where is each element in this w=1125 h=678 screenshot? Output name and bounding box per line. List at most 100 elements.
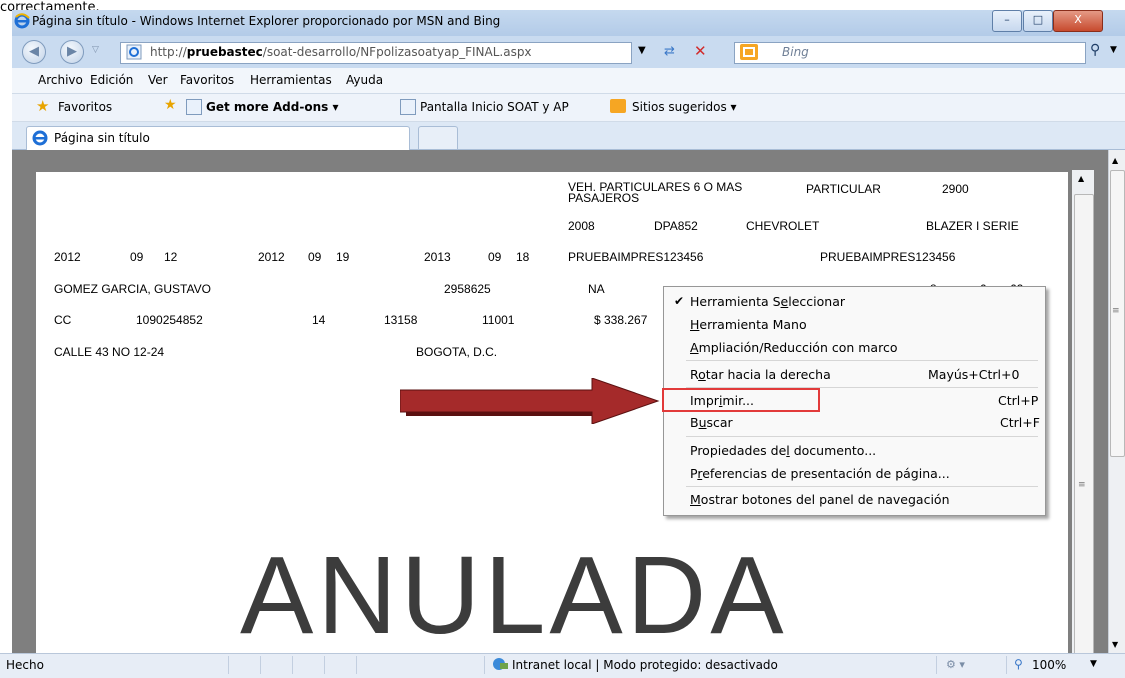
pdf-scroll-grip-icon: ≡ bbox=[1078, 480, 1086, 490]
status-separator bbox=[260, 656, 261, 674]
status-separator bbox=[228, 656, 229, 674]
search-placeholder: Bing bbox=[782, 45, 809, 59]
menu-favoritos[interactable]: Favoritos bbox=[180, 73, 234, 87]
start-month: 09 bbox=[308, 250, 322, 264]
start-year: 2012 bbox=[258, 250, 285, 264]
menu-item-rotar[interactable]: Rotar hacia la derecha bbox=[690, 367, 831, 382]
menu-item-herramienta-mano[interactable]: Herramienta Mano bbox=[690, 317, 807, 332]
vehicle-class: VEH. PARTICULARES 6 O MAS PASAJEROS bbox=[568, 180, 743, 205]
anulada-watermark: ANULADA bbox=[240, 534, 788, 657]
history-dropdown-icon[interactable]: ▽ bbox=[92, 45, 99, 55]
end-month: 09 bbox=[488, 250, 502, 264]
pdf-scroll-thumb[interactable] bbox=[1074, 194, 1094, 656]
menu-ayuda[interactable]: Ayuda bbox=[346, 73, 383, 87]
status-text: Hecho bbox=[6, 658, 44, 672]
maximize-button[interactable]: □ bbox=[1023, 10, 1053, 32]
url-host: pruebastec bbox=[186, 45, 263, 59]
check-icon: ✔ bbox=[674, 294, 685, 308]
code-11001: 11001 bbox=[482, 313, 515, 327]
window-title: Página sin título - Windows Internet Exp… bbox=[32, 14, 501, 28]
end-year: 2013 bbox=[424, 250, 451, 264]
stop-icon[interactable]: ✕ bbox=[694, 42, 707, 60]
page-icon bbox=[126, 44, 142, 60]
favorites-button[interactable]: Favoritos bbox=[58, 100, 112, 114]
policy-ref-1: PRUEBAIMPRES123456 bbox=[568, 250, 704, 264]
forward-button[interactable]: ▶ bbox=[60, 40, 84, 64]
suggested-sites-icon bbox=[610, 99, 626, 113]
menu-item-ampliacion-reduccion[interactable]: Ampliación/Reducción con marco bbox=[690, 340, 897, 355]
address-dropdown-icon[interactable]: ▼ bbox=[638, 45, 646, 56]
vehicle-line: BLAZER I SERIE bbox=[926, 219, 1019, 233]
search-icon[interactable]: ⚲ bbox=[1090, 42, 1100, 58]
menu-item-mostrar-botones[interactable]: Mostrar botones del panel de navegación bbox=[690, 492, 950, 507]
back-arrow-icon: ◀ bbox=[29, 44, 39, 59]
vehicle-year: 2008 bbox=[568, 219, 595, 233]
protected-mode-icon[interactable]: ⚙ ▾ bbox=[946, 658, 965, 671]
menu-herramientas[interactable]: Herramientas bbox=[250, 73, 332, 87]
zoom-icon: ⚲ bbox=[1014, 657, 1023, 671]
soat-page-icon bbox=[400, 99, 416, 115]
status-separator bbox=[484, 656, 485, 674]
holder-na: NA bbox=[588, 282, 605, 296]
pdf-scroll-up-icon[interactable]: ▲ bbox=[1078, 174, 1084, 183]
shortcut-imprimir: Ctrl+P bbox=[998, 393, 1039, 408]
add-favorite-icon[interactable]: ★ bbox=[164, 97, 177, 113]
menu-separator bbox=[686, 436, 1038, 437]
status-separator bbox=[356, 656, 357, 674]
menu-edicion[interactable]: Edición bbox=[90, 73, 133, 87]
premium-value: $ 338.267 bbox=[594, 313, 648, 327]
tab-ie-icon bbox=[32, 130, 48, 146]
code-14: 14 bbox=[312, 313, 326, 327]
search-dropdown-icon[interactable]: ▼ bbox=[1110, 45, 1117, 55]
page-scroll-down-icon[interactable]: ▼ bbox=[1112, 640, 1118, 649]
refresh-icon[interactable]: ⇄ bbox=[664, 44, 675, 59]
pantalla-inicio-link[interactable]: Pantalla Inicio SOAT y AP bbox=[420, 100, 569, 114]
new-tab-button[interactable] bbox=[418, 126, 458, 149]
back-button[interactable]: ◀ bbox=[22, 40, 46, 64]
zoom-dropdown-icon[interactable]: ▼ bbox=[1090, 659, 1097, 669]
menu-item-propiedades[interactable]: Propiedades del documento... bbox=[690, 443, 876, 458]
security-zone[interactable]: Intranet local | Modo protegido: desacti… bbox=[512, 658, 778, 672]
menu-item-preferencias[interactable]: Preferencias de presentación de página..… bbox=[690, 466, 950, 481]
menu-item-buscar[interactable]: Buscar bbox=[690, 415, 733, 430]
issue-month: 09 bbox=[130, 250, 144, 264]
bing-logo-icon bbox=[740, 44, 758, 60]
menu-separator bbox=[686, 486, 1038, 487]
favorites-star-icon: ★ bbox=[36, 97, 50, 115]
vehicle-plate: DPA852 bbox=[654, 219, 698, 233]
vehicle-brand: CHEVROLET bbox=[746, 219, 820, 233]
end-day: 18 bbox=[516, 250, 530, 264]
sitios-sugeridos-link[interactable]: Sitios sugeridos ▾ bbox=[632, 100, 737, 114]
menu-archivo[interactable]: Archivo bbox=[38, 73, 83, 87]
status-separator bbox=[324, 656, 325, 674]
get-more-addons-link[interactable]: Get more Add-ons ▾ bbox=[206, 100, 338, 114]
page-scroll-up-icon[interactable]: ▲ bbox=[1112, 156, 1118, 165]
shortcut-rotar: Mayús+Ctrl+0 bbox=[928, 367, 1020, 382]
menu-ver[interactable]: Ver bbox=[148, 73, 168, 87]
issue-year: 2012 bbox=[54, 250, 81, 264]
status-separator bbox=[1006, 656, 1007, 674]
vehicle-cc: 2900 bbox=[942, 182, 969, 196]
start-day: 19 bbox=[336, 250, 350, 264]
tab-title: Página sin título bbox=[54, 131, 150, 145]
code-13158: 13158 bbox=[384, 313, 418, 327]
policy-ref-2: PRUEBAIMPRES123456 bbox=[820, 250, 956, 264]
holder-name: GOMEZ GARCIA, GUSTAVO bbox=[54, 282, 211, 296]
holder-address: CALLE 43 NO 12-24 bbox=[54, 345, 165, 359]
shortcut-buscar: Ctrl+F bbox=[1000, 415, 1040, 430]
holder-city: BOGOTA, D.C. bbox=[416, 345, 498, 359]
red-pointer-arrow-icon bbox=[400, 378, 660, 424]
holder-phone: 2958625 bbox=[444, 282, 491, 296]
close-button[interactable]: X bbox=[1053, 10, 1103, 32]
menu-bar bbox=[12, 68, 1125, 94]
minimize-button[interactable]: – bbox=[992, 10, 1022, 32]
id-number: 1090254852 bbox=[136, 313, 203, 327]
imprimir-highlight-box bbox=[662, 388, 820, 412]
zoom-level[interactable]: 100% bbox=[1032, 658, 1066, 672]
status-separator bbox=[936, 656, 937, 674]
ie-logo-icon bbox=[14, 13, 30, 29]
vehicle-service: PARTICULAR bbox=[806, 182, 881, 196]
page-scroll-grip-icon: ≡ bbox=[1112, 306, 1120, 316]
menu-separator bbox=[686, 360, 1038, 361]
menu-item-herramienta-seleccionar[interactable]: Herramienta Seleccionar bbox=[690, 294, 845, 309]
